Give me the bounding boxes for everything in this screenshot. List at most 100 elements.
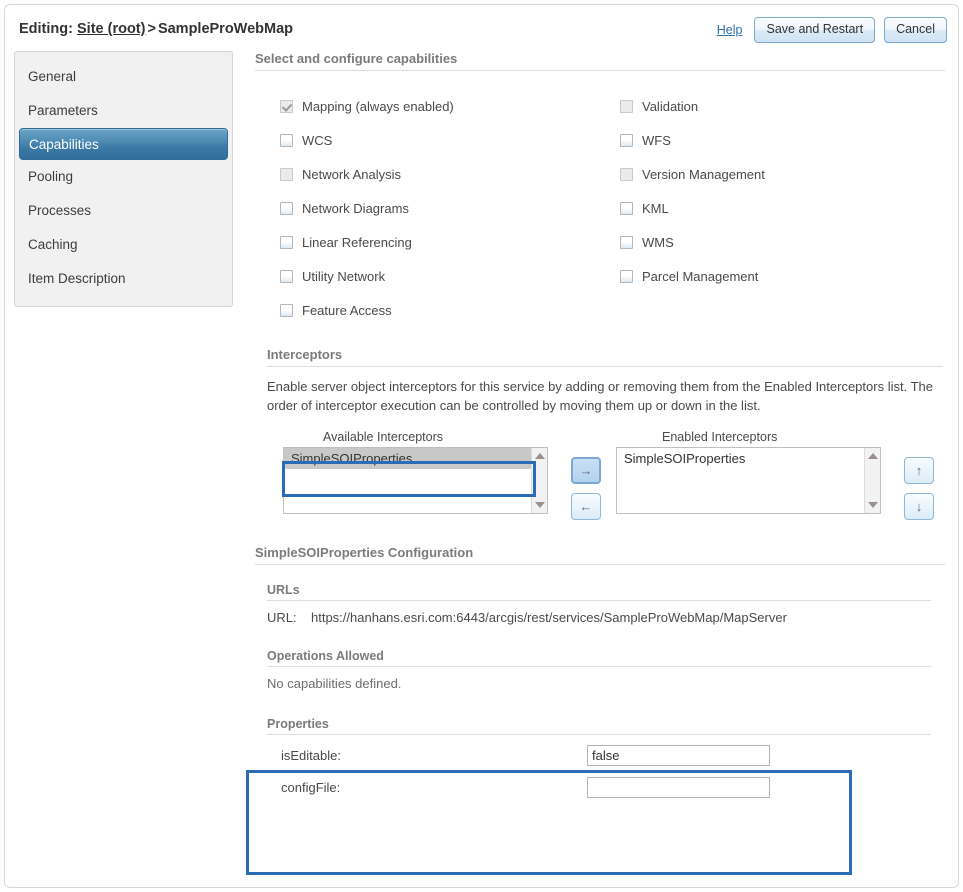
sidebar-item-parameters[interactable]: Parameters: [15, 94, 232, 128]
enabled-interceptors-label: Enabled Interceptors: [662, 430, 778, 444]
checkbox-wms-icon[interactable]: [620, 235, 633, 249]
checkbox-kml-icon[interactable]: [620, 201, 633, 215]
sidebar-nav: General Parameters Capabilities Pooling …: [14, 51, 233, 307]
help-link[interactable]: Help: [717, 23, 743, 37]
capability-label: Parcel Management: [642, 268, 759, 284]
capability-network-analysis[interactable]: Network Analysis: [255, 157, 600, 191]
capability-mapping[interactable]: Mapping (always enabled): [255, 89, 600, 123]
capability-label: Linear Referencing: [302, 234, 412, 250]
property-row-iseditable: isEditable:: [267, 743, 931, 767]
interceptors-description: Enable server object interceptors for th…: [267, 379, 933, 413]
checkbox-version-management-icon: [620, 167, 633, 181]
url-key: URL:: [267, 610, 297, 625]
available-interceptors-column: Available Interceptors SimpleSOIProperti…: [282, 430, 548, 514]
capability-label: Network Diagrams: [302, 200, 409, 216]
capability-label: Utility Network: [302, 268, 386, 284]
capability-network-diagrams[interactable]: Network Diagrams: [255, 191, 600, 225]
checkbox-wcs-icon[interactable]: [280, 133, 293, 147]
capability-feature-access[interactable]: Feature Access: [255, 293, 600, 327]
capability-label: WFS: [642, 132, 671, 148]
save-and-restart-button[interactable]: Save and Restart: [754, 17, 876, 43]
capability-version-management[interactable]: Version Management: [600, 157, 945, 191]
capability-validation[interactable]: Validation: [600, 89, 945, 123]
page-frame: Editing: Site (root) > SampleProWebMap Hel…: [4, 4, 959, 888]
checkbox-parcel-management-icon[interactable]: [620, 269, 633, 283]
page-header: Editing: Site (root) > SampleProWebMap Hel…: [5, 5, 960, 49]
scroll-up-icon[interactable]: [535, 453, 545, 459]
checkbox-network-analysis-icon: [280, 167, 293, 181]
capability-label: KML: [642, 200, 669, 216]
arrow-down-icon: ↓: [915, 498, 923, 514]
arrow-right-icon: →: [579, 462, 593, 478]
scroll-down-icon[interactable]: [868, 502, 878, 508]
checkbox-feature-access-icon[interactable]: [280, 303, 293, 317]
capability-wfs[interactable]: WFS: [600, 123, 945, 157]
sidebar-item-processes[interactable]: Processes: [15, 194, 232, 228]
enabled-interceptors-column: Enabled Interceptors SimpleSOIProperties: [616, 430, 881, 514]
editing-label: Editing:: [19, 21, 73, 37]
soi-config-title: SimpleSOIProperties Configuration: [255, 545, 945, 565]
capability-label: Validation: [642, 98, 699, 114]
capability-label: Version Management: [642, 166, 765, 182]
capabilities-grid: Mapping (always enabled) Validation WCS …: [255, 89, 945, 327]
checkbox-linear-referencing-icon[interactable]: [280, 235, 293, 249]
main-content: Select and configure capabilities Mappin…: [246, 51, 945, 875]
list-item[interactable]: SimpleSOIProperties: [617, 448, 880, 469]
urls-block: URLs URL: https://hanhans.esri.com:6443/a…: [267, 583, 931, 625]
capability-label: Feature Access: [302, 302, 392, 318]
capability-kml[interactable]: KML: [600, 191, 945, 225]
enabled-list-scrollbar[interactable]: [864, 448, 880, 513]
checkbox-mapping-icon: [280, 99, 293, 113]
checkbox-validation-icon: [620, 99, 633, 113]
cancel-button[interactable]: Cancel: [884, 17, 947, 43]
sidebar-item-capabilities[interactable]: Capabilities: [19, 128, 228, 160]
sidebar-item-general[interactable]: General: [15, 60, 232, 94]
breadcrumb-service-name: SampleProWebMap: [157, 21, 294, 37]
remove-interceptor-button[interactable]: ←: [571, 493, 601, 520]
arrow-left-icon: ←: [579, 498, 593, 514]
capability-linear-referencing[interactable]: Linear Referencing: [255, 225, 600, 259]
soi-configuration-section: SimpleSOIProperties Configuration URLs U…: [246, 545, 945, 875]
available-interceptors-listbox[interactable]: SimpleSOIProperties: [283, 447, 548, 514]
sidebar-item-item-description[interactable]: Item Description: [15, 262, 232, 296]
breadcrumb-site-root[interactable]: Site (root): [77, 21, 145, 37]
capabilities-section-title: Select and configure capabilities: [255, 51, 945, 71]
scroll-up-icon[interactable]: [868, 453, 878, 459]
available-interceptors-label: Available Interceptors: [323, 430, 443, 444]
capability-utility-network[interactable]: Utility Network: [255, 259, 600, 293]
capability-parcel-management[interactable]: Parcel Management: [600, 259, 945, 293]
highlight-annotation-properties: [246, 770, 852, 875]
checkbox-wfs-icon[interactable]: [620, 133, 633, 147]
available-list-scrollbar[interactable]: [531, 448, 547, 513]
capability-label: Mapping (always enabled): [302, 98, 454, 114]
capability-wms[interactable]: WMS: [600, 225, 945, 259]
operations-allowed-value: No capabilities defined.: [267, 676, 402, 691]
capability-label: WMS: [642, 234, 674, 250]
iseditable-input[interactable]: [587, 744, 770, 766]
add-interceptor-button[interactable]: →: [571, 457, 601, 484]
list-item[interactable]: SimpleSOIProperties: [284, 448, 547, 469]
move-up-button[interactable]: ↑: [904, 457, 934, 484]
page-title: Editing: Site (root) > SampleProWebMap: [19, 21, 293, 37]
urls-title: URLs: [267, 583, 931, 601]
interceptors-section: Interceptors Enable server object interc…: [255, 347, 945, 521]
move-down-button[interactable]: ↓: [904, 493, 934, 520]
capability-wcs[interactable]: WCS: [255, 123, 600, 157]
interceptors-section-title: Interceptors: [267, 347, 943, 367]
sidebar-item-caching[interactable]: Caching: [15, 228, 232, 262]
operations-allowed-block: Operations Allowed No capabilities defin…: [267, 649, 931, 691]
capability-label: WCS: [302, 132, 333, 148]
checkbox-utility-network-icon[interactable]: [280, 269, 293, 283]
breadcrumb-separator: >: [147, 21, 156, 37]
enabled-interceptors-listbox[interactable]: SimpleSOIProperties: [616, 447, 881, 514]
arrow-up-icon: ↑: [915, 462, 923, 478]
checkbox-network-diagrams-icon[interactable]: [280, 201, 293, 215]
capability-label: Network Analysis: [302, 166, 401, 182]
capability-empty-slot: [600, 293, 945, 327]
operations-allowed-title: Operations Allowed: [267, 649, 931, 667]
property-key: isEditable:: [281, 747, 341, 763]
url-value: https://hanhans.esri.com:6443/arcgis/res…: [311, 610, 787, 625]
sidebar-item-pooling[interactable]: Pooling: [15, 160, 232, 194]
header-actions: Help Save and Restart Cancel: [717, 17, 947, 43]
scroll-down-icon[interactable]: [535, 502, 545, 508]
